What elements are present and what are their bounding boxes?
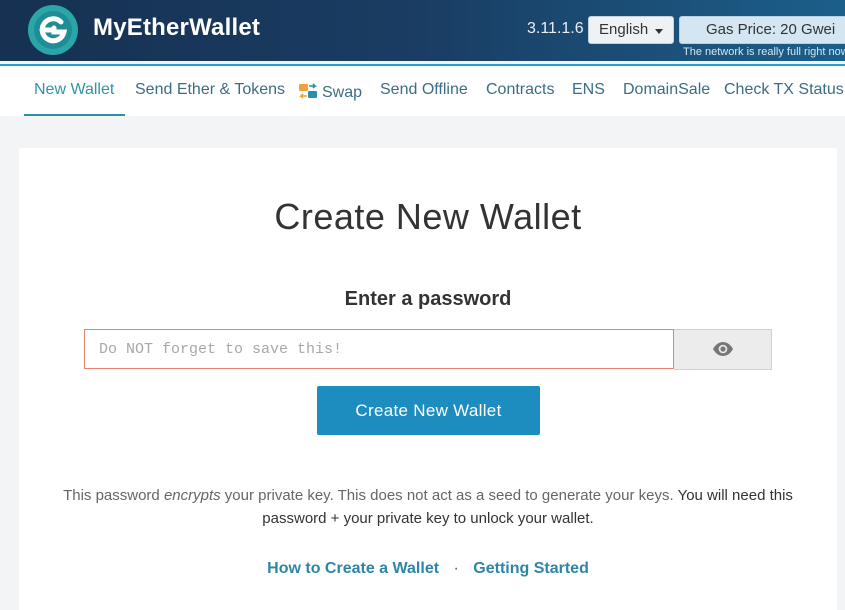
version-label: 3.11.1.6 — [527, 20, 584, 37]
create-wallet-card: Create New Wallet Enter a password Creat… — [19, 148, 837, 610]
nav-send-ether-tokens[interactable]: Send Ether & Tokens — [135, 81, 285, 99]
brand-name[interactable]: MyEtherWallet — [93, 14, 260, 42]
how-to-create-wallet-link[interactable]: How to Create a Wallet — [267, 560, 439, 577]
eye-icon — [713, 342, 733, 356]
toggle-password-visibility-button[interactable] — [674, 329, 772, 370]
help-links: How to Create a Wallet · Getting Started — [19, 560, 837, 578]
main-nav: New Wallet Send Ether & Tokens Swap Send… — [0, 64, 845, 116]
nav-check-tx-status[interactable]: Check TX Status — [724, 81, 844, 99]
nav-domainsale[interactable]: DomainSale — [623, 81, 710, 99]
getting-started-link[interactable]: Getting Started — [473, 560, 589, 577]
swap-icon — [298, 81, 318, 101]
nav-send-offline[interactable]: Send Offline — [380, 81, 468, 99]
nav-swap-label: Swap — [322, 84, 363, 101]
password-input[interactable] — [84, 329, 674, 369]
nav-new-wallet[interactable]: New Wallet — [34, 81, 114, 99]
active-tab-underline — [24, 114, 125, 116]
info-text-2: your private key. This does not act as a… — [220, 487, 678, 504]
info-text-1: This password — [63, 487, 164, 504]
password-heading: Enter a password — [344, 288, 512, 310]
nav-swap[interactable]: Swap — [298, 81, 362, 102]
page-title: Create New Wallet — [274, 196, 582, 237]
nav-ens[interactable]: ENS — [572, 81, 605, 99]
link-separator: · — [453, 560, 459, 577]
network-status-note: The network is really full right now. — [683, 46, 845, 58]
nav-contracts[interactable]: Contracts — [486, 81, 554, 99]
info-text-emphasis: encrypts — [163, 487, 221, 504]
gas-price-dropdown[interactable]: Gas Price: 20 Gwei — [679, 16, 845, 44]
create-new-wallet-button[interactable]: Create New Wallet — [317, 386, 540, 435]
language-dropdown[interactable]: English — [588, 16, 674, 44]
app-header: MyEtherWallet 3.11.1.6 English Gas Price… — [0, 0, 845, 61]
language-label: English — [599, 21, 649, 38]
myetherwallet-logo-icon[interactable] — [28, 5, 78, 55]
password-info-text: This password encrypts your private key.… — [39, 484, 817, 530]
caret-down-icon — [655, 29, 663, 34]
